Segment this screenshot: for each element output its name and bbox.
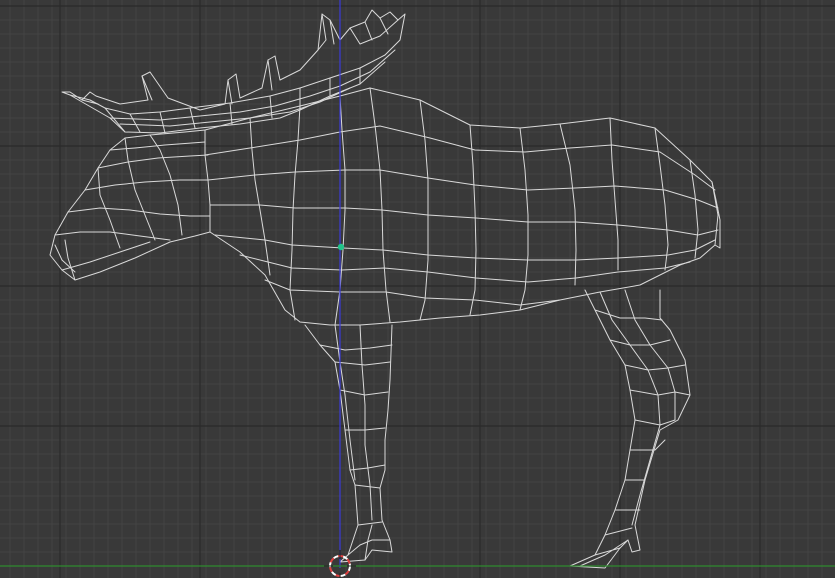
hind-leg: [569, 289, 691, 569]
3d-viewport[interactable]: [0, 0, 835, 578]
torso: [204, 87, 721, 326]
viewport-canvas[interactable]: [0, 0, 835, 578]
grid-minor: [0, 0, 835, 578]
origin-dot-icon[interactable]: [337, 243, 345, 251]
